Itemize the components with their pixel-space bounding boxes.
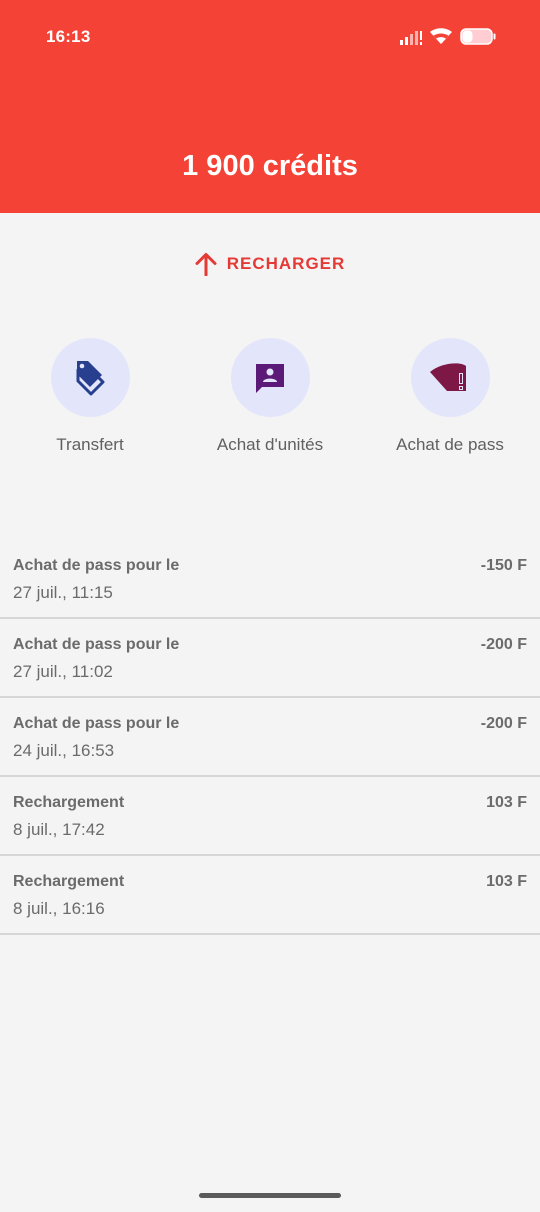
transaction-row[interactable]: Achat de pass pour le 27 juil., 11:15 -1…: [0, 540, 540, 619]
transaction-title: Achat de pass pour le: [13, 715, 180, 732]
achat-unites-label: Achat d'unités: [216, 435, 324, 454]
transaction-title: Achat de pass pour le: [13, 557, 180, 574]
recharge-label: RECHARGER: [226, 254, 346, 273]
transaction-row[interactable]: Rechargement 8 juil., 16:16 103 F: [0, 856, 540, 935]
contact-message-icon: [256, 363, 284, 393]
battery-icon: [460, 28, 496, 45]
transfert-icon-circle: [50, 338, 130, 417]
transaction-amount: -200 F: [480, 715, 527, 732]
transaction-date: 27 juil., 11:15: [13, 583, 113, 602]
arrow-up-icon: [195, 253, 217, 276]
transaction-amount: 103 F: [486, 873, 527, 890]
transaction-title: Rechargement: [13, 873, 125, 890]
wifi-icon: [430, 28, 452, 44]
transaction-row[interactable]: Rechargement 8 juil., 17:42 103 F: [0, 777, 540, 856]
transaction-title: Achat de pass pour le: [13, 636, 180, 653]
transaction-row[interactable]: Achat de pass pour le 24 juil., 16:53 -2…: [0, 698, 540, 777]
balance-title: 1 900 crédits: [182, 150, 358, 182]
transaction-amount: -150 F: [480, 557, 527, 574]
transaction-date: 24 juil., 16:53: [13, 741, 115, 760]
tags-icon: [76, 360, 105, 395]
action-achat-unites[interactable]: Achat d'unités: [180, 338, 360, 455]
pass-icon-circle: [410, 338, 490, 417]
action-achat-pass[interactable]: Achat de pass: [360, 338, 540, 455]
transaction-amount: 103 F: [486, 794, 527, 811]
transaction-title: Rechargement: [13, 794, 125, 811]
transaction-amount: -200 F: [480, 636, 527, 653]
home-indicator[interactable]: [199, 1193, 341, 1198]
transaction-list: Achat de pass pour le 27 juil., 11:15 -1…: [0, 540, 540, 935]
recharge-button[interactable]: RECHARGER: [0, 252, 540, 276]
achat-pass-label: Achat de pass: [396, 435, 504, 454]
units-icon-circle: [230, 338, 310, 417]
signal-icon: [400, 30, 422, 45]
transaction-date: 8 juil., 17:42: [13, 820, 105, 839]
wifi-alert-icon: [430, 362, 466, 391]
status-time: 16:13: [46, 27, 91, 46]
action-transfert[interactable]: Transfert: [0, 338, 180, 455]
header: 16:13 1 900 crédits: [0, 0, 540, 213]
transfert-label: Transfert: [56, 435, 124, 454]
transaction-row[interactable]: Achat de pass pour le 27 juil., 11:02 -2…: [0, 619, 540, 698]
status-icons: [400, 28, 496, 45]
transaction-date: 8 juil., 16:16: [13, 899, 105, 918]
transaction-date: 27 juil., 11:02: [13, 662, 113, 681]
